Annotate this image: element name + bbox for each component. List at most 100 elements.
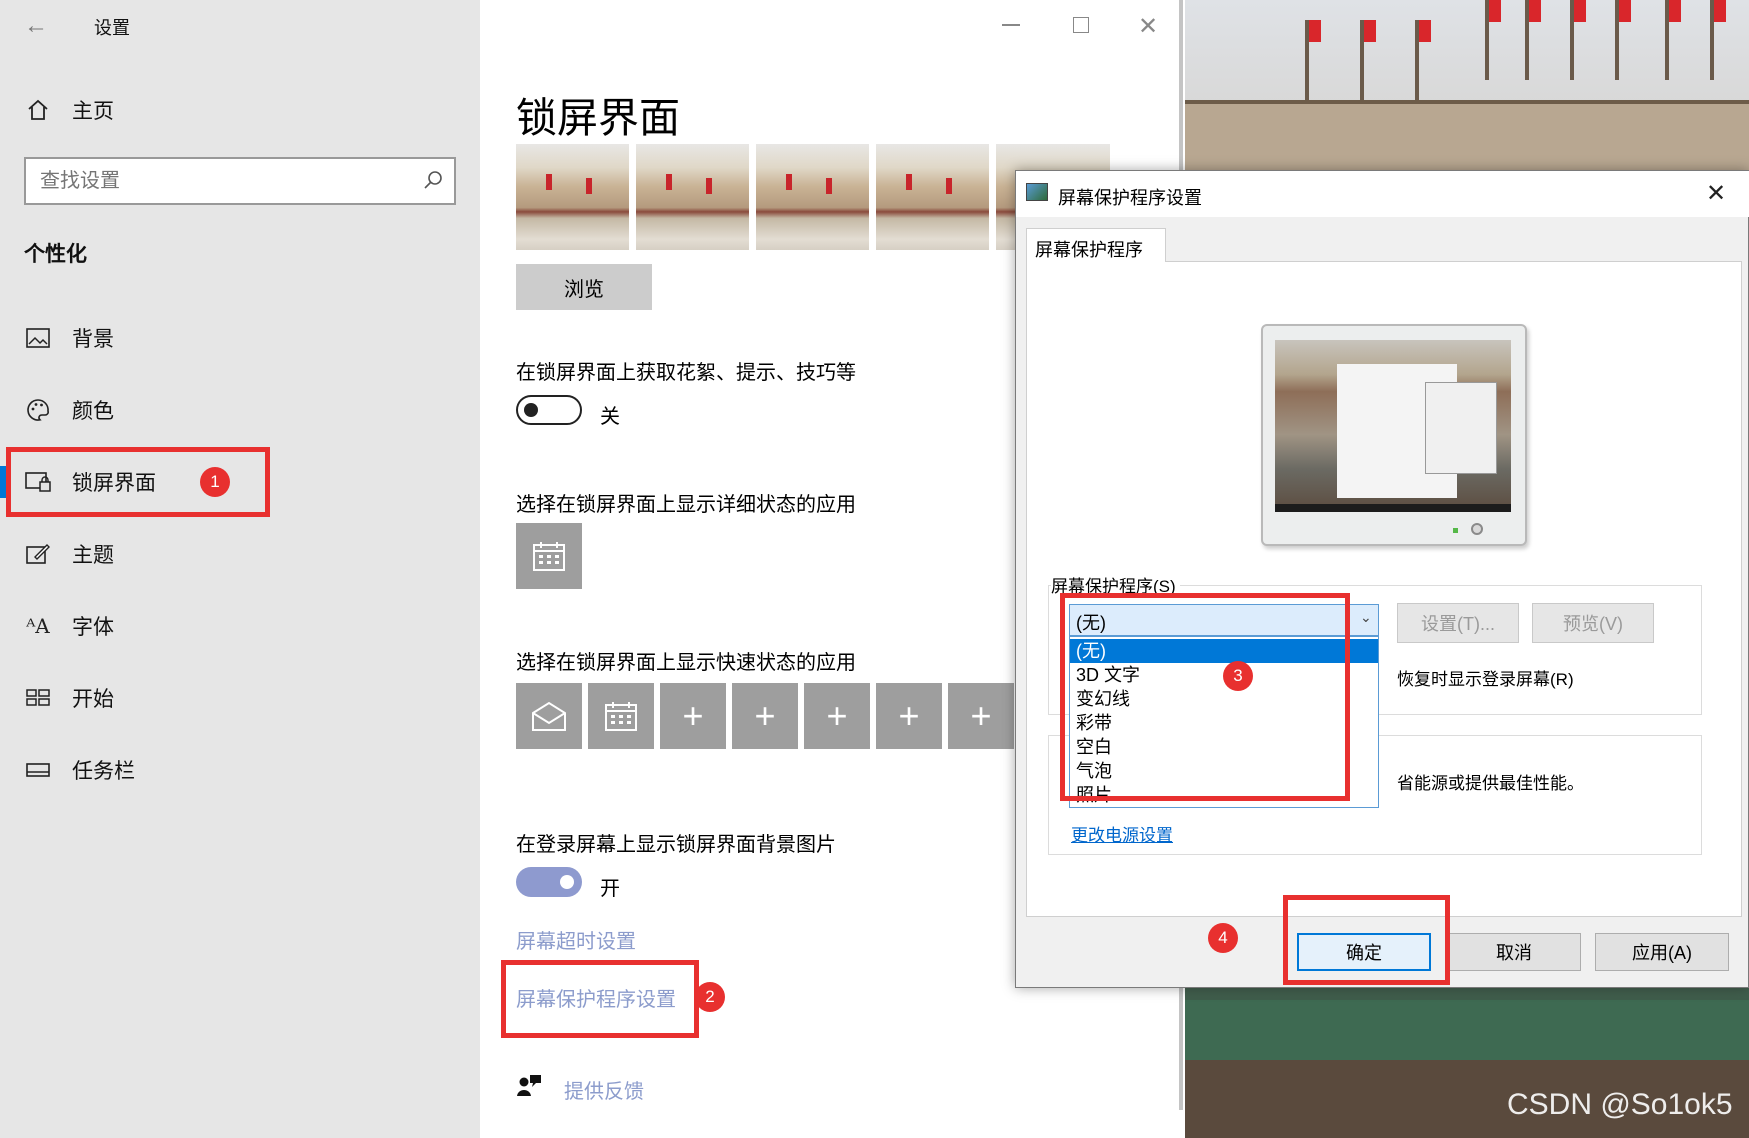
annotation-box-3 [1060, 593, 1350, 801]
screen-timeout-link[interactable]: 屏幕超时设置 [516, 925, 636, 954]
green-fence [1185, 1000, 1749, 1060]
search-box[interactable] [24, 157, 456, 205]
home-nav[interactable]: 主页 [0, 80, 480, 140]
settings-window: ← 设置 主页 个性化 背景 [0, 0, 1185, 1138]
plus-icon: + [826, 695, 848, 736]
plus-icon: + [754, 695, 776, 736]
tab-screensaver[interactable]: 屏幕保护程序 [1026, 228, 1166, 262]
quick-status-add[interactable]: + [804, 683, 870, 749]
tab-panel: 屏幕保护程序(S) 设置(T)... 预览(V) 恢复时显示登录屏幕(R) 省能… [1026, 261, 1742, 917]
sidebar-item-color[interactable]: 颜色 [0, 380, 480, 440]
sidebar-item-background[interactable]: 背景 [0, 308, 480, 368]
annotation-box-1 [6, 447, 270, 517]
quick-status-mail[interactable] [516, 683, 582, 749]
building-cornice [1185, 100, 1749, 170]
sidebar-item-label: 字体 [72, 616, 114, 639]
watermark: CSDN @So1ok5 [1507, 1088, 1733, 1121]
sidebar-item-theme[interactable]: 主题 [0, 524, 480, 584]
screensaver-dialog: 屏幕保护程序设置 ✕ 屏幕保护程序 屏幕保护程序(S) 设置(T)... 预览(… [1015, 170, 1749, 988]
preview-taskbar [1275, 504, 1511, 512]
page-title: 锁屏界面 [516, 95, 680, 141]
quick-status-add[interactable]: + [732, 683, 798, 749]
quick-status-add[interactable]: + [876, 683, 942, 749]
plus-icon: + [898, 695, 920, 736]
sidebar-item-label: 背景 [72, 328, 114, 351]
quick-status-add[interactable]: + [660, 683, 726, 749]
flag [1305, 20, 1321, 100]
apply-button[interactable]: 应用(A) [1595, 933, 1729, 971]
dialog-title: 屏幕保护程序设置 [1058, 188, 1202, 208]
search-icon[interactable] [422, 169, 444, 196]
signin-bg-label: 在登录屏幕上显示锁屏界面背景图片 [516, 834, 836, 856]
chevron-down-icon[interactable]: ⌄ [1360, 609, 1372, 626]
back-arrow-icon[interactable]: ← [24, 12, 48, 40]
picture-icon [24, 324, 52, 352]
dialog-titlebar: 屏幕保护程序设置 ✕ [1016, 171, 1749, 217]
font-icon: ᴬA [26, 614, 50, 638]
monitor-screen [1275, 340, 1511, 512]
palette-icon [24, 396, 52, 424]
quick-status-add[interactable]: + [948, 683, 1014, 749]
section-title: 个性化 [24, 243, 87, 266]
flag [1360, 20, 1376, 100]
flag [1525, 0, 1541, 80]
toggle-knob [524, 403, 538, 417]
detailed-status-label: 选择在锁屏界面上显示详细状态的应用 [516, 494, 856, 516]
toggle-knob [560, 875, 574, 889]
change-power-link[interactable]: 更改电源设置 [1071, 821, 1173, 846]
annotation-box-2 [501, 960, 699, 1038]
start-icon [24, 684, 52, 712]
signin-bg-toggle-state: 开 [600, 878, 620, 900]
flag [1485, 0, 1501, 80]
browse-button[interactable]: 浏览 [516, 264, 652, 310]
sidebar-item-start[interactable]: 开始 [0, 668, 480, 728]
maximize-icon[interactable] [1073, 17, 1089, 33]
screensaver-preview-button[interactable]: 预览(V) [1532, 603, 1654, 643]
signin-bg-toggle[interactable] [516, 867, 582, 897]
screensaver-settings-button[interactable]: 设置(T)... [1397, 603, 1519, 643]
feedback-link[interactable]: 提供反馈 [564, 1075, 644, 1104]
feedback-icon[interactable] [516, 1072, 542, 1103]
window-title: 设置 [94, 18, 130, 38]
plus-icon: + [970, 695, 992, 736]
monitor-power-led [1471, 523, 1483, 535]
lockscreen-thumbnail[interactable] [876, 144, 989, 250]
annotation-badge-4: 4 [1208, 923, 1238, 953]
search-input[interactable] [26, 159, 416, 203]
calendar-icon [605, 702, 637, 731]
sidebar-item-taskbar[interactable]: 任务栏 [0, 740, 480, 800]
annotation-badge-2: 2 [695, 982, 725, 1012]
quick-status-calendar[interactable] [588, 683, 654, 749]
fun-facts-toggle[interactable] [516, 395, 582, 425]
dialog-close-icon[interactable]: ✕ [1706, 179, 1726, 208]
quick-status-label: 选择在锁屏界面上显示快速状态的应用 [516, 652, 856, 674]
sidebar-item-label: 颜色 [72, 400, 114, 423]
flag [1665, 0, 1681, 80]
sidebar-item-font[interactable]: ᴬA 字体 [0, 596, 480, 656]
annotation-badge-1: 1 [200, 467, 230, 497]
sidebar-item-label: 主题 [72, 544, 114, 567]
close-icon[interactable]: ✕ [1138, 12, 1158, 41]
power-description: 省能源或提供最佳性能。 [1397, 774, 1584, 793]
detailed-status-tile[interactable] [516, 523, 582, 589]
lockscreen-thumbnail[interactable] [636, 144, 749, 250]
flag [1615, 0, 1631, 80]
plus-icon: + [682, 695, 704, 736]
flag [1415, 20, 1431, 100]
sidebar-item-label: 开始 [72, 688, 114, 711]
screensaver-app-icon [1026, 183, 1048, 201]
sidebar-item-label: 任务栏 [72, 760, 135, 783]
resume-logon-label: 恢复时显示登录屏幕(R) [1397, 670, 1574, 689]
calendar-icon [533, 542, 565, 571]
home-label: 主页 [72, 100, 114, 123]
cancel-button[interactable]: 取消 [1447, 933, 1581, 971]
taskbar-icon [24, 756, 52, 784]
lockscreen-thumbnail[interactable] [516, 144, 629, 250]
mail-icon [532, 701, 566, 731]
fun-facts-toggle-state: 关 [600, 406, 620, 428]
annotation-box-4 [1283, 895, 1450, 985]
screen: CSDN @So1ok5 ← 设置 主页 个性化 [0, 0, 1749, 1138]
fun-facts-label: 在锁屏界面上获取花絮、提示、技巧等 [516, 362, 856, 384]
lockscreen-thumbnail[interactable] [756, 144, 869, 250]
minimize-icon[interactable] [1002, 24, 1020, 26]
